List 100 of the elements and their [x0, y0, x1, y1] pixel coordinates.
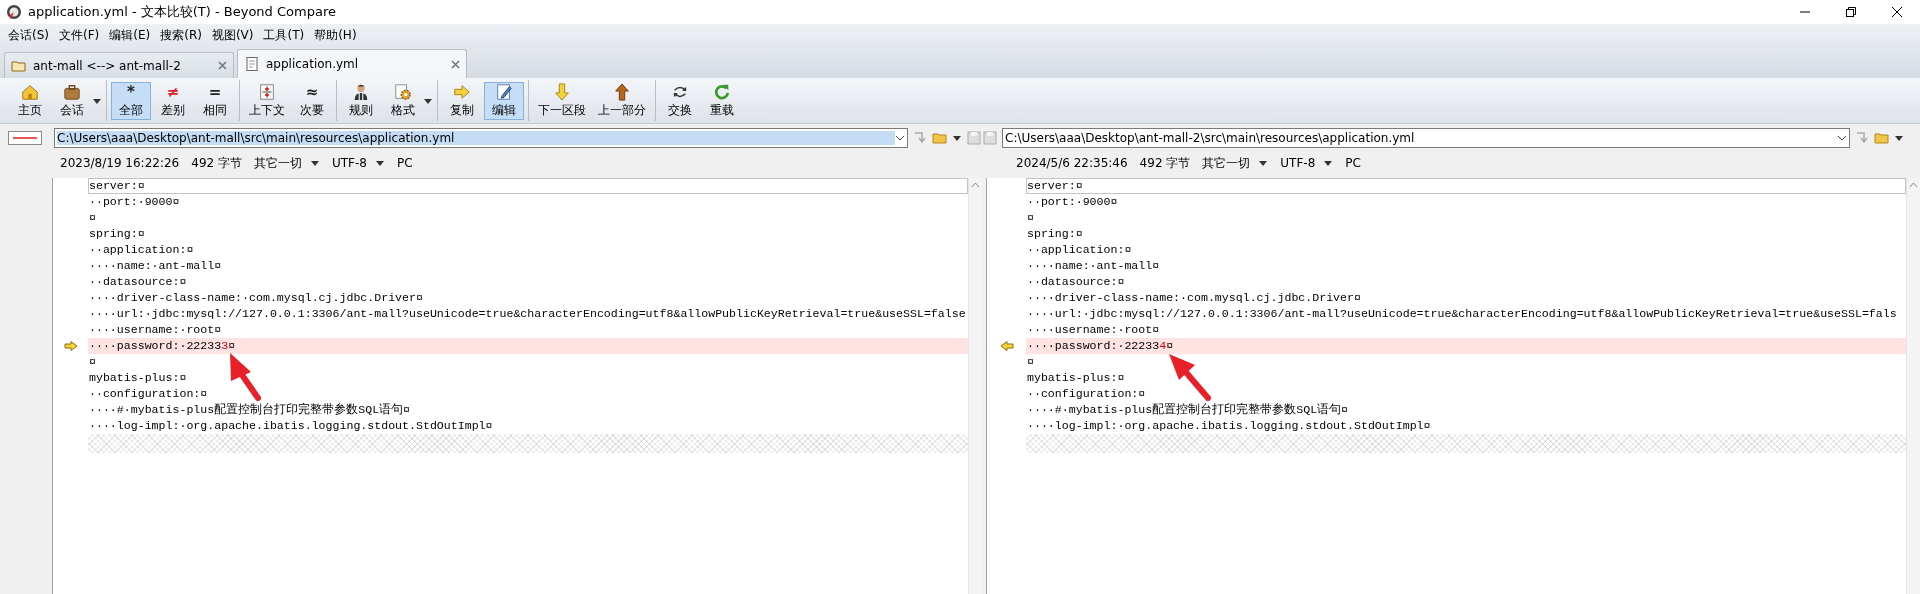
figure-icon [352, 82, 370, 101]
refresh-icon [713, 82, 731, 101]
arrow-right-icon [453, 82, 471, 101]
toolbar-button[interactable]: * 全部 [111, 81, 151, 120]
code-line: ····#·mybatis-plus配置控制台打印完整带参数SQL语句¤ [1026, 402, 1350, 418]
encoding-dropdown[interactable]: UTF-8 [1280, 156, 1316, 170]
tab-label: application.yml [266, 57, 360, 71]
toolbar-button[interactable]: = 相同 [195, 81, 235, 120]
code-line: ····driver-class-name:·com.mysql.cj.jdbc.Driver¤ [1026, 290, 1362, 306]
filter-dropdown[interactable]: 其它一切 [253, 154, 302, 172]
code-line: ··application:¤ [1026, 242, 1133, 258]
menu-item[interactable]: 编辑(E) [104, 24, 156, 46]
scrollbar[interactable] [1906, 178, 1920, 594]
scroll-up-icon[interactable] [971, 182, 980, 188]
code-line: server:¤ [88, 178, 968, 194]
code-line: spring:¤ [1026, 226, 1084, 242]
overview-map-icon[interactable] [8, 131, 42, 145]
toolbar-button[interactable]: 编辑 [484, 81, 524, 120]
code-line: ··port:·9000¤ [88, 194, 181, 210]
scrollbar[interactable] [968, 178, 982, 594]
toolbar-button[interactable]: 格式 [383, 81, 423, 120]
code-line: ····log-impl:·org.apache.ibatis.logging.stdout.StdOutImpl¤ [88, 418, 494, 434]
close-icon[interactable] [451, 59, 460, 69]
file-size: 492 字节 [191, 154, 242, 172]
edit-icon [495, 82, 513, 101]
menu-item[interactable]: 文件(F) [54, 24, 105, 46]
code-line: ····log-impl:·org.apache.ibatis.logging.stdout.StdOutImpl¤ [1026, 418, 1432, 434]
toolbar-button[interactable]: 规则 [341, 81, 381, 120]
toolbar-button[interactable]: 下一区段 [533, 81, 591, 120]
restore-icon [1845, 6, 1857, 18]
toolbar-button[interactable]: 复制 [442, 81, 482, 120]
code-line: ··application:¤ [88, 242, 195, 258]
code-line: ··configuration:¤ [88, 386, 209, 402]
toolbar-button[interactable]: 交换 [660, 81, 700, 120]
code-line: ··datasource:¤ [88, 274, 188, 290]
code-line: ¤ [88, 354, 97, 370]
arrow-right-icon[interactable] [63, 341, 78, 351]
dropdown-caret-icon[interactable] [1323, 158, 1334, 168]
code-line: ····driver-class-name:·com.mysql.cj.jdbc.Driver¤ [88, 290, 424, 306]
filter-dropdown[interactable]: 其它一切 [1202, 154, 1251, 172]
close-icon [1891, 6, 1903, 18]
code-line: ··configuration:¤ [1026, 386, 1147, 402]
dropdown-caret-icon[interactable] [1258, 158, 1269, 168]
menu-item[interactable]: 工具(T) [258, 24, 310, 46]
toolbar-button[interactable]: 主页 [10, 81, 50, 120]
line-ending: PC [396, 156, 413, 170]
code-line: mybatis-plus:¤ [88, 370, 188, 386]
tab-label: ant-mall <--> ant-mall-2 [33, 58, 182, 73]
context-icon [258, 82, 276, 101]
file-date: 2024/5/6 22:35:46 [1016, 156, 1128, 170]
arrow-up-icon [613, 82, 631, 101]
gear-icon [394, 82, 412, 101]
house-icon [21, 82, 39, 101]
dropdown-caret-icon[interactable] [952, 133, 962, 143]
arrow-icon[interactable] [1854, 130, 1870, 146]
dropdown-caret-icon[interactable] [309, 158, 320, 168]
tab[interactable]: ant-mall <--> ant-mall-2 [4, 52, 234, 78]
toolbar-button[interactable]: ≈ 次要 [292, 81, 332, 120]
toolbar-button[interactable]: 会话 [52, 81, 92, 120]
toolbar-button[interactable]: ≠ 差别 [153, 81, 193, 120]
annotation-arrow [1169, 354, 1211, 401]
menu-item[interactable]: 会话(S) [3, 24, 54, 46]
code-line: ¤ [1026, 354, 1035, 370]
menu-item[interactable]: 帮助(H) [309, 24, 362, 46]
code-line: ····name:·ant-mall¤ [88, 258, 223, 274]
code-line: mybatis-plus:¤ [1026, 370, 1126, 386]
app-logo-icon [6, 4, 22, 20]
code-line: ····username:·root¤ [1026, 322, 1161, 338]
toolbar-button[interactable]: 上下文 [244, 81, 290, 120]
window-title: application.yml - 文本比较(T) - Beyond Compare [28, 3, 337, 21]
code-line: ····url:·jdbc:mysql://127.0.0.1:3306/ant-mall?useUnicode=true&characterEncoding=utf8&allowPublicKeyRetrieval=true&useSSL=false [88, 306, 967, 322]
close-icon[interactable] [218, 61, 227, 70]
encoding-dropdown[interactable]: UTF-8 [331, 156, 367, 170]
path-field[interactable]: C:\Users\aaa\Desktop\ant-mall\src\main\resources\application.yml [54, 128, 908, 148]
document-icon [244, 56, 260, 72]
code-line: ····name:·ant-mall¤ [1026, 258, 1161, 274]
code-line: ····#·mybatis-plus配置控制台打印完整带参数SQL语句¤ [88, 402, 412, 418]
code-line: ··port:·9000¤ [1026, 194, 1119, 210]
toolbar-button[interactable]: 重载 [702, 81, 742, 120]
menu-item[interactable]: 视图(V) [206, 24, 259, 46]
caret-icon[interactable] [895, 134, 905, 142]
scroll-up-icon[interactable] [1909, 182, 1918, 188]
path-field[interactable]: C:\Users\aaa\Desktop\ant-mall-2\src\main\resources\application.yml [1002, 128, 1850, 148]
arrow-icon[interactable] [912, 130, 928, 146]
code-line: spring:¤ [88, 226, 146, 242]
code-line: server:¤ [1026, 178, 1906, 194]
caret-icon[interactable] [1837, 134, 1847, 142]
file-size: 492 字节 [1139, 154, 1191, 172]
dropdown-caret-icon[interactable] [1894, 133, 1904, 143]
toolbar-button[interactable]: 上一部分 [593, 81, 651, 120]
tab[interactable]: application.yml [237, 49, 467, 78]
code-line: ····url:·jdbc:mysql://127.0.0.1:3306/ant-mall?useUnicode=true&characterEncoding=utf8&allowPublicKeyRetrieval=true&useSSL=fals [1026, 306, 1898, 322]
arrow-down-icon [553, 82, 571, 101]
dropdown-caret-icon[interactable] [374, 158, 385, 168]
arrow-left-icon[interactable] [999, 341, 1014, 351]
code-line: ¤ [88, 210, 97, 226]
file-date: 2023/8/19 16:22:26 [60, 156, 180, 170]
menu-item[interactable]: 搜索(R) [155, 24, 207, 46]
briefcase-icon [63, 82, 81, 101]
annotation-arrow [230, 353, 261, 401]
